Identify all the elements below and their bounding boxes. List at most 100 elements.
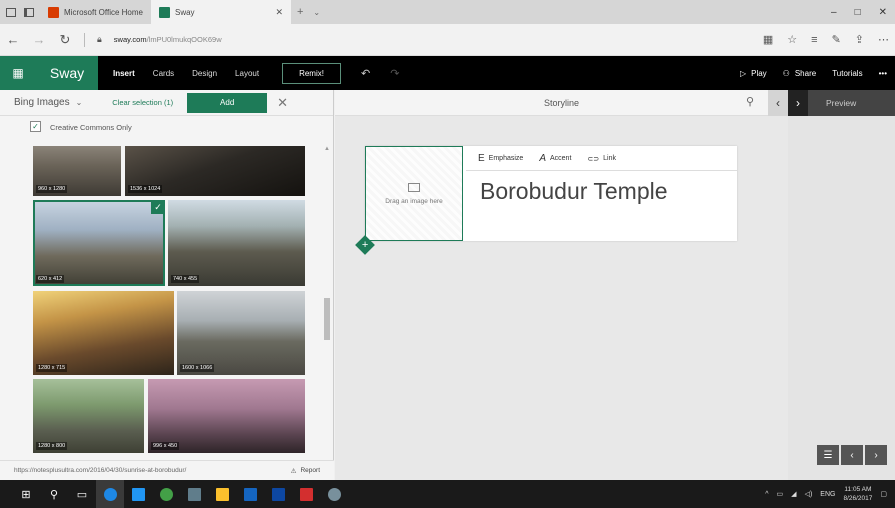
reading-view-icon[interactable]: ▦ (763, 33, 773, 46)
refresh-icon[interactable]: ↻ (58, 32, 72, 48)
battery-icon[interactable]: ▭ (777, 490, 784, 498)
attribution-bar: https://notesplusultra.com/2016/04/30/su… (0, 460, 334, 480)
accent-icon: A (539, 153, 546, 164)
results-scrollbar[interactable]: ▲ (323, 146, 331, 453)
navigation-menu-icon[interactable]: ☰ (817, 445, 839, 465)
add-button[interactable]: Add (187, 92, 268, 113)
attribution-link[interactable]: https://notesplusultra.com/2016/04/30/su… (14, 467, 186, 474)
collapse-storyline-icon[interactable]: ‹ (768, 90, 788, 116)
share-people-icon: ⚇ (782, 68, 790, 78)
selected-check-icon: ✓ (151, 200, 165, 214)
minimize-button[interactable]: – (831, 7, 837, 18)
preview-pane: › Preview (788, 90, 895, 480)
store-icon[interactable] (180, 480, 208, 508)
close-tab-icon[interactable]: ✕ (275, 7, 283, 18)
remix-button[interactable]: Remix! (282, 62, 341, 84)
redo-icon[interactable]: ↷ (390, 67, 399, 80)
accent-button[interactable]: A Accent (539, 153, 571, 164)
search-icon[interactable]: ⚲ (40, 480, 68, 508)
image-drop-slot[interactable]: Drag an image here (365, 146, 463, 241)
source-dropdown[interactable]: Bing Images (14, 97, 70, 108)
xbox-icon[interactable] (152, 480, 180, 508)
action-center-icon[interactable]: ▢ (880, 490, 887, 498)
warning-icon: ⚠ (290, 467, 297, 475)
menu-layout[interactable]: Layout (226, 56, 268, 90)
set-aside-tabs-icon[interactable] (6, 7, 16, 17)
url-field[interactable]: sway.com/lmPU0lmukqOOK69w (114, 35, 222, 44)
link-icon: ⊂⊃ (587, 155, 600, 163)
app-launcher-icon[interactable]: ▦ (0, 56, 36, 90)
image-result[interactable]: 740 x 455 (168, 200, 305, 286)
tab-office-home[interactable]: Microsoft Office Home (40, 0, 151, 24)
format-toolbar: E Emphasize A Accent ⊂⊃ Link (478, 153, 616, 164)
image-result[interactable]: 1280 x 715 (33, 291, 174, 375)
share-icon[interactable]: ⇪ (855, 33, 864, 46)
sway-brand[interactable]: Sway (36, 56, 98, 90)
acrobat-icon[interactable] (292, 480, 320, 508)
image-result[interactable]: 960 x 1280 (33, 146, 121, 196)
window-controls: – □ ✕ (831, 0, 895, 24)
storyline-toolbar: Storyline ⚲ ‹ (335, 90, 788, 116)
clear-selection-link[interactable]: Clear selection (1) (112, 98, 173, 107)
language-indicator[interactable]: ENG (820, 491, 835, 498)
menu-design[interactable]: Design (183, 56, 226, 90)
back-arrow-icon[interactable]: ← (6, 32, 20, 47)
card-heading-text[interactable]: Borobudur Temple (480, 178, 668, 205)
undo-icon[interactable]: ↶ (361, 67, 370, 80)
browser-tab-bar: Microsoft Office Home Sway ✕ + ⌄ – □ ✕ (0, 0, 895, 24)
image-result-selected[interactable]: 620 x 412 ✓ (33, 200, 165, 286)
show-tabs-aside-icon[interactable] (24, 7, 34, 17)
image-result[interactable]: 1280 x 800 (33, 379, 144, 453)
search-icon[interactable]: ⚲ (746, 95, 754, 108)
tab-sway[interactable]: Sway ✕ (150, 0, 291, 24)
chevron-down-icon[interactable]: ⌄ (76, 98, 83, 107)
image-result[interactable]: 1600 x 1066 (177, 291, 305, 375)
task-view-icon[interactable]: ▭ (68, 480, 96, 508)
menu-cards[interactable]: Cards (144, 56, 183, 90)
chevron-up-icon[interactable]: ^ (765, 491, 768, 498)
edge-icon[interactable] (96, 480, 124, 508)
more-options-icon[interactable]: ••• (879, 69, 887, 78)
clock[interactable]: 11:05 AM 8/26/2017 (843, 485, 872, 503)
tutorials-button[interactable]: Tutorials (832, 69, 862, 78)
hub-icon[interactable]: ≡ (811, 34, 817, 46)
maximize-button[interactable]: □ (855, 7, 861, 18)
favorite-star-icon[interactable]: ☆ (787, 33, 797, 46)
tab-actions (0, 0, 40, 24)
close-pane-icon[interactable]: ✕ (277, 95, 288, 111)
new-tab-icon[interactable]: + (297, 6, 303, 18)
tab-preview-chevron-icon[interactable]: ⌄ (313, 8, 320, 17)
divider (466, 170, 737, 171)
image-result[interactable]: 996 x 450 (148, 379, 305, 453)
outlook-icon[interactable] (264, 480, 292, 508)
skype-icon[interactable] (124, 480, 152, 508)
scrollbar-thumb[interactable] (324, 298, 330, 340)
web-note-icon[interactable]: ✎ (832, 33, 841, 46)
next-slide-icon[interactable]: › (865, 445, 887, 465)
tab-title: Microsoft Office Home (64, 7, 143, 17)
creative-commons-filter[interactable]: ✓ Creative Commons Only (0, 116, 333, 138)
photos-icon[interactable] (236, 480, 264, 508)
share-button[interactable]: ⚇ Share (783, 69, 817, 78)
checkbox-icon[interactable]: ✓ (30, 121, 41, 132)
system-tray: ^ ▭ ◢ ◁) ENG 11:05 AM 8/26/2017 ▢ (765, 485, 895, 503)
start-windows-icon[interactable]: ⊞ (12, 480, 40, 508)
forward-arrow-icon[interactable]: → (32, 32, 46, 47)
scroll-up-icon[interactable]: ▲ (324, 146, 330, 152)
network-icon[interactable]: ◢ (791, 490, 796, 498)
menu-insert[interactable]: Insert (104, 56, 144, 90)
play-button[interactable]: ▷ Play (740, 69, 767, 78)
paint-icon[interactable] (320, 480, 348, 508)
report-button[interactable]: ⚠ Report (291, 467, 334, 475)
previous-slide-icon[interactable]: ‹ (841, 445, 863, 465)
sway-header: ▦ Sway Insert Cards Design Layout Remix!… (0, 56, 895, 90)
link-button[interactable]: ⊂⊃ Link (587, 155, 616, 163)
close-window-button[interactable]: ✕ (879, 7, 887, 18)
image-result[interactable]: 1536 x 1024 (125, 146, 305, 196)
more-actions-icon[interactable]: ⋯ (878, 33, 889, 46)
expand-preview-icon[interactable]: › (788, 90, 808, 116)
file-explorer-icon[interactable] (208, 480, 236, 508)
sway-favicon-icon (158, 6, 170, 18)
emphasize-button[interactable]: E Emphasize (478, 153, 523, 164)
volume-icon[interactable]: ◁) (805, 490, 813, 498)
